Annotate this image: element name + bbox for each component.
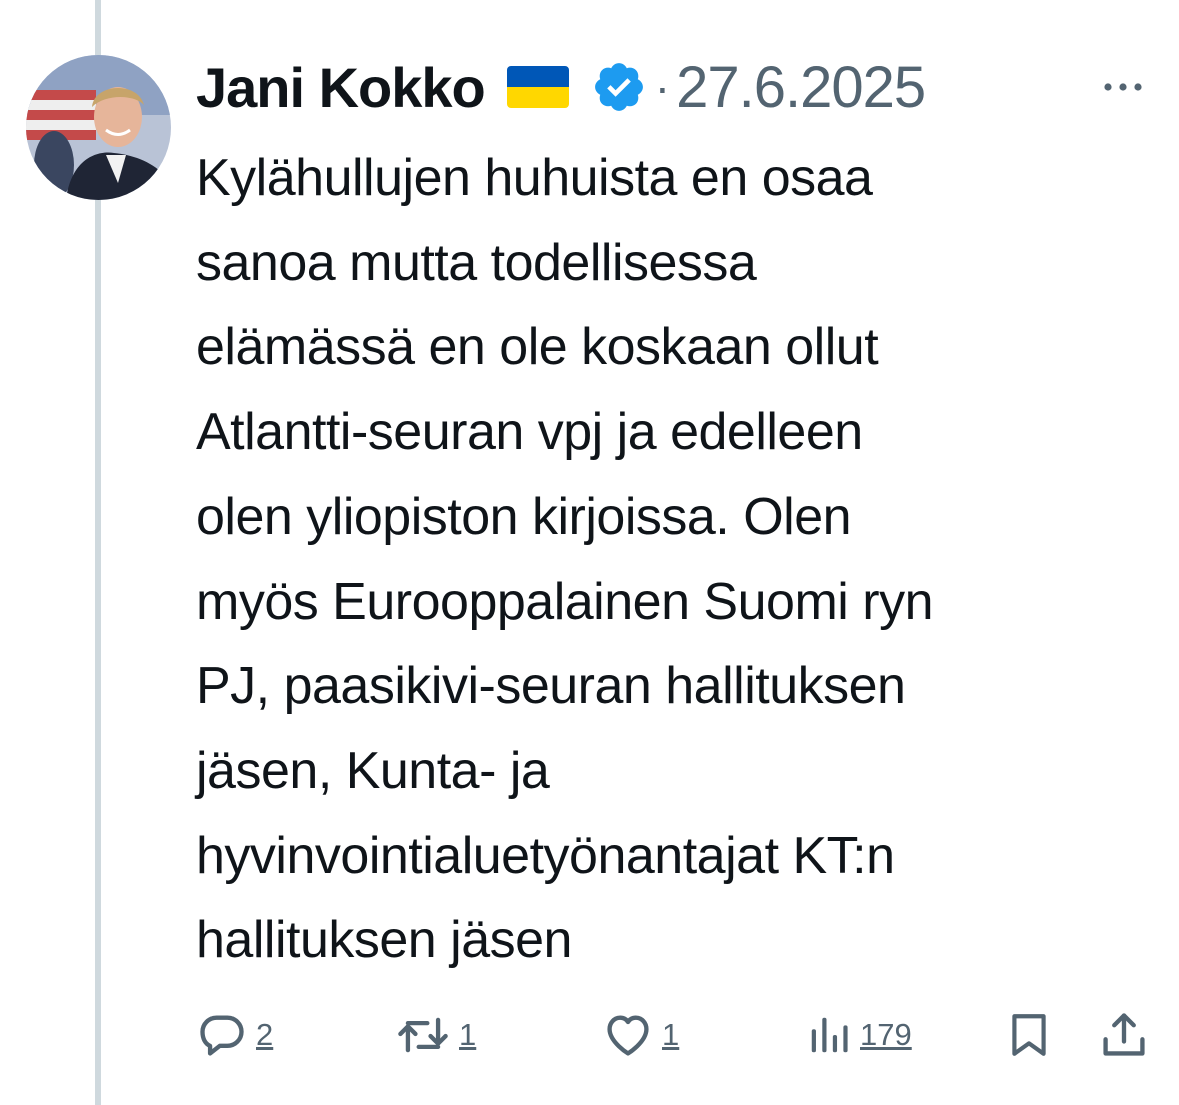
more-options-button[interactable] (1098, 72, 1148, 102)
avatar-photo (26, 55, 171, 200)
share-button[interactable] (1098, 1005, 1150, 1065)
post-date[interactable]: 27.6.2025 (676, 54, 926, 121)
views-button[interactable]: 179 (806, 1005, 912, 1065)
action-bar: 2 1 1 179 (0, 1005, 1179, 1065)
repost-count[interactable]: 1 (459, 1017, 476, 1053)
bookmark-button[interactable] (1004, 1005, 1054, 1065)
reply-icon (200, 1015, 244, 1056)
views-count[interactable]: 179 (860, 1017, 912, 1053)
repost-button[interactable]: 1 (395, 1005, 476, 1065)
separator-dot: · (654, 61, 671, 113)
bookmark-icon (1012, 1014, 1046, 1056)
post-header: Jani Kokko · 27.6.2025 (196, 52, 926, 122)
repost-icon (398, 1017, 448, 1053)
reply-button[interactable]: 2 (196, 1005, 273, 1065)
more-dots-icon (1104, 83, 1142, 91)
like-button[interactable]: 1 (602, 1005, 679, 1065)
post-text: Kylähullujen huhuista en osaa sanoa mutt… (196, 149, 934, 970)
author-name[interactable]: Jani Kokko (196, 55, 486, 120)
views-icon (811, 1017, 848, 1053)
reply-count[interactable]: 2 (256, 1017, 273, 1053)
avatar[interactable] (26, 55, 171, 200)
ukraine-flag-icon (506, 66, 569, 108)
like-count[interactable]: 1 (662, 1017, 679, 1053)
verified-badge-icon[interactable] (591, 59, 647, 115)
heart-icon (607, 1015, 649, 1056)
share-icon (1103, 1013, 1145, 1056)
